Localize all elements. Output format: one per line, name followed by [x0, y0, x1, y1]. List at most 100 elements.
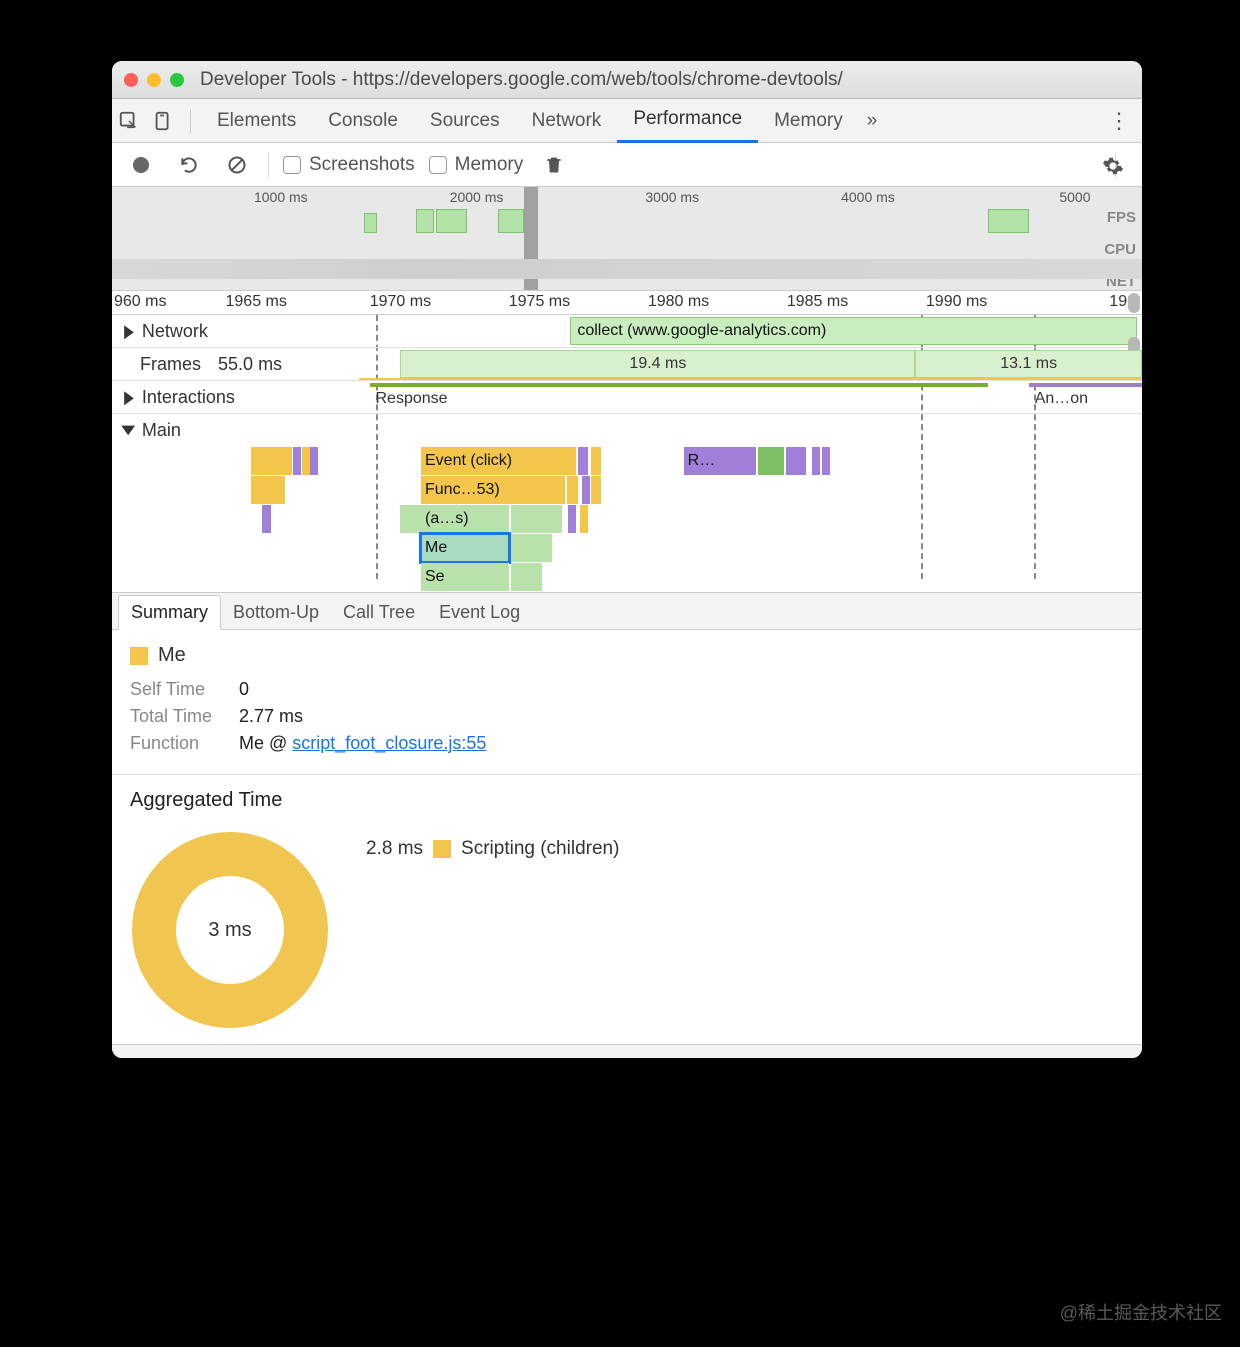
flame-bar[interactable]: Se [421, 563, 509, 591]
flame-bar[interactable] [293, 447, 301, 475]
tab-sources[interactable]: Sources [414, 99, 516, 143]
flame-bar[interactable]: (a…s) [421, 505, 509, 533]
flame-bar[interactable] [582, 476, 590, 504]
flame-bar[interactable]: Func…53) [421, 476, 565, 504]
ruler-tick: 1985 ms [787, 293, 848, 311]
ruler-tick: 1970 ms [370, 293, 431, 311]
tab-console[interactable]: Console [312, 99, 414, 143]
track-main[interactable]: ▶Main [112, 414, 1142, 447]
flame-bar[interactable] [511, 534, 552, 562]
fps-bar [364, 213, 376, 233]
memory-checkbox[interactable]: Memory [429, 154, 524, 176]
tab-elements[interactable]: Elements [201, 99, 312, 143]
legend-swatch-icon [433, 840, 451, 858]
interaction-bar[interactable]: Response [370, 383, 988, 411]
flame-bar[interactable] [580, 505, 588, 533]
screenshots-checkbox[interactable]: Screenshots [283, 154, 415, 176]
flame-bar[interactable] [262, 505, 270, 533]
window-title: Developer Tools - https://developers.goo… [200, 69, 843, 91]
summary-key: Self Time [130, 679, 225, 700]
overview-timeline[interactable]: 1000 ms 2000 ms 3000 ms 4000 ms 5000 FPS… [112, 187, 1142, 291]
window-titlebar: Developer Tools - https://developers.goo… [112, 61, 1142, 99]
flame-bar[interactable] [567, 476, 577, 504]
frame-bar[interactable]: 19.4 ms [400, 350, 915, 378]
flame-bar[interactable] [251, 476, 285, 504]
flame-row: Event (click) R… [112, 447, 1142, 476]
ruler-tick: 1975 ms [509, 293, 570, 311]
flame-row: Se [112, 563, 1142, 592]
minimize-icon[interactable] [147, 73, 161, 87]
overview-tick: 3000 ms [645, 189, 699, 205]
kebab-menu-icon[interactable]: ⋮ [1104, 99, 1134, 143]
flame-bar[interactable] [302, 447, 310, 475]
flame-bar[interactable] [400, 505, 421, 533]
flame-bar[interactable] [591, 447, 601, 475]
ruler-tick: 960 ms [114, 293, 166, 311]
flame-row: Func…53) [112, 476, 1142, 505]
tabs-overflow[interactable]: » [859, 99, 886, 143]
clear-icon[interactable] [220, 148, 254, 182]
tracks-panel: ▶Network collect (www.google-analytics.c… [112, 315, 1142, 592]
fps-bar [988, 209, 1029, 233]
fps-bar [498, 209, 524, 233]
source-link[interactable]: script_foot_closure.js:55 [292, 733, 486, 753]
track-network[interactable]: ▶Network collect (www.google-analytics.c… [112, 315, 1142, 348]
overview-lane-fps: FPS [1107, 209, 1136, 226]
tab-bottom-up[interactable]: Bottom-Up [221, 596, 331, 629]
tab-memory[interactable]: Memory [758, 99, 859, 143]
reload-icon[interactable] [172, 148, 206, 182]
separator [268, 152, 269, 178]
flame-bar[interactable]: R… [684, 447, 756, 475]
tab-summary[interactable]: Summary [118, 595, 221, 630]
overview-lane-cpu: CPU [1104, 241, 1136, 258]
watermark: @稀土掘金技术社区 [1060, 1299, 1222, 1325]
aggregated-time-panel: Aggregated Time 3 ms 2.8 ms Scripting (c… [112, 774, 1142, 1044]
summary-key: Function [130, 733, 225, 754]
gear-icon[interactable] [1096, 149, 1130, 183]
tab-network[interactable]: Network [516, 99, 618, 143]
disclosure-down-icon[interactable]: ▶ [118, 426, 139, 436]
flame-bar[interactable] [310, 447, 318, 475]
detail-tabs: Summary Bottom-Up Call Tree Event Log [112, 592, 1142, 630]
summary-function: Me @ script_foot_closure.js:55 [239, 733, 486, 754]
overview-tick: 5000 [1059, 189, 1090, 205]
flame-row: (a…s) [112, 505, 1142, 534]
tab-call-tree[interactable]: Call Tree [331, 596, 427, 629]
trash-icon[interactable] [537, 148, 571, 182]
flame-bar[interactable] [568, 505, 576, 533]
traffic-lights [124, 73, 184, 87]
track-frames[interactable]: Frames 55.0 ms 19.4 ms 13.1 ms [112, 348, 1142, 381]
flame-bar[interactable] [511, 505, 563, 533]
inspect-icon[interactable] [112, 104, 146, 138]
interaction-bar[interactable]: An…on [1029, 383, 1142, 411]
summary-panel: Me Self Time0 Total Time2.77 ms Function… [112, 630, 1142, 774]
summary-value: 0 [239, 679, 249, 700]
frame-bar[interactable]: 13.1 ms [915, 350, 1142, 378]
flame-bar[interactable] [251, 447, 292, 475]
flame-bar[interactable] [822, 447, 830, 475]
cpu-track [112, 259, 1142, 279]
tab-event-log[interactable]: Event Log [427, 596, 532, 629]
flame-bar[interactable]: Event (click) [421, 447, 576, 475]
category-swatch-icon [130, 647, 148, 665]
zoom-icon[interactable] [170, 73, 184, 87]
track-interactions[interactable]: ▶Interactions Response An…on [112, 381, 1142, 414]
flame-bar[interactable]: Me [421, 534, 509, 562]
flame-bar[interactable] [511, 563, 542, 591]
close-icon[interactable] [124, 73, 138, 87]
performance-toolbar: Screenshots Memory [112, 143, 1142, 187]
flame-bar[interactable] [786, 447, 807, 475]
network-bar[interactable]: collect (www.google-analytics.com) [570, 317, 1137, 345]
overview-tick: 1000 ms [254, 189, 308, 205]
device-toggle-icon[interactable] [146, 104, 180, 138]
tab-performance[interactable]: Performance [617, 99, 758, 143]
record-icon[interactable] [124, 148, 158, 182]
flame-bar[interactable] [578, 447, 588, 475]
devtools-window: Developer Tools - https://developers.goo… [112, 61, 1142, 1058]
flame-bar[interactable] [812, 447, 820, 475]
flame-bar[interactable] [758, 447, 784, 475]
scrollbar-thumb[interactable] [1128, 293, 1140, 313]
flame-bar[interactable] [591, 476, 601, 504]
time-ruler[interactable]: 960 ms 1965 ms 1970 ms 1975 ms 1980 ms 1… [112, 291, 1142, 315]
flame-chart[interactable]: Event (click) R… Func…53)(a…s)MeSe [112, 447, 1142, 592]
